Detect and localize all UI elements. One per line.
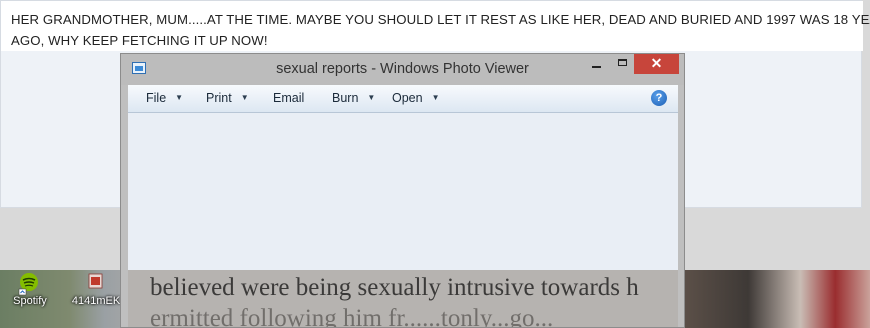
comment-line-1: HER GRANDMOTHER, MUM.....AT THE TIME. MA…	[11, 12, 870, 27]
comment-text[interactable]: HER GRANDMOTHER, MUM.....AT THE TIME. MA…	[1, 1, 870, 51]
maximize-icon	[617, 59, 627, 66]
dropdown-arrow-icon: ▼	[240, 93, 249, 102]
maximize-button[interactable]	[609, 54, 635, 74]
menu-email-label: Email	[273, 91, 305, 105]
menu-file-label: File	[146, 91, 167, 105]
command-bar: File ▼ Print ▼ Email Burn ▼ Open ▼ ?	[128, 85, 678, 113]
menu-file[interactable]: File ▼	[146, 91, 183, 105]
displayed-photo: believed were being sexually intrusive t…	[128, 270, 678, 327]
help-icon[interactable]: ?	[651, 90, 667, 106]
photo-text-line-1: believed were being sexually intrusive t…	[150, 274, 639, 301]
menu-burn[interactable]: Burn ▼	[332, 91, 375, 105]
close-button[interactable]: ✕	[634, 54, 679, 74]
dropdown-arrow-icon: ▼	[367, 93, 376, 102]
menu-open[interactable]: Open ▼	[392, 91, 440, 105]
menu-print[interactable]: Print ▼	[206, 91, 249, 105]
menu-open-label: Open	[392, 91, 423, 105]
title-bar[interactable]: sexual reports - Windows Photo Viewer ✕	[121, 54, 684, 85]
photo-text-line-2: ermitted following him fr......tonly...g…	[150, 305, 554, 327]
comment-line-2: AGO, WHY KEEP FETCHING IT UP NOW!	[11, 33, 268, 48]
dropdown-arrow-icon: ▼	[431, 93, 440, 102]
minimize-button[interactable]	[583, 54, 609, 74]
desktop-icon-label: Spotify	[13, 295, 47, 307]
menu-burn-label: Burn	[332, 91, 359, 105]
desktop-icon-spotify[interactable]: Spotify	[0, 270, 60, 328]
file-icon	[88, 273, 103, 289]
minimize-icon	[591, 66, 601, 68]
desktop-icon-label: 4141mEK	[71, 295, 121, 307]
photo-viewer-window[interactable]: sexual reports - Windows Photo Viewer ✕ …	[120, 53, 685, 328]
spotify-icon	[18, 273, 38, 296]
menu-email[interactable]: Email	[273, 91, 304, 105]
menu-print-label: Print	[206, 91, 232, 105]
close-icon: ✕	[650, 55, 663, 71]
dropdown-arrow-icon: ▼	[175, 93, 184, 102]
desktop-icon-4141mek[interactable]: 4141mEK	[66, 270, 126, 328]
